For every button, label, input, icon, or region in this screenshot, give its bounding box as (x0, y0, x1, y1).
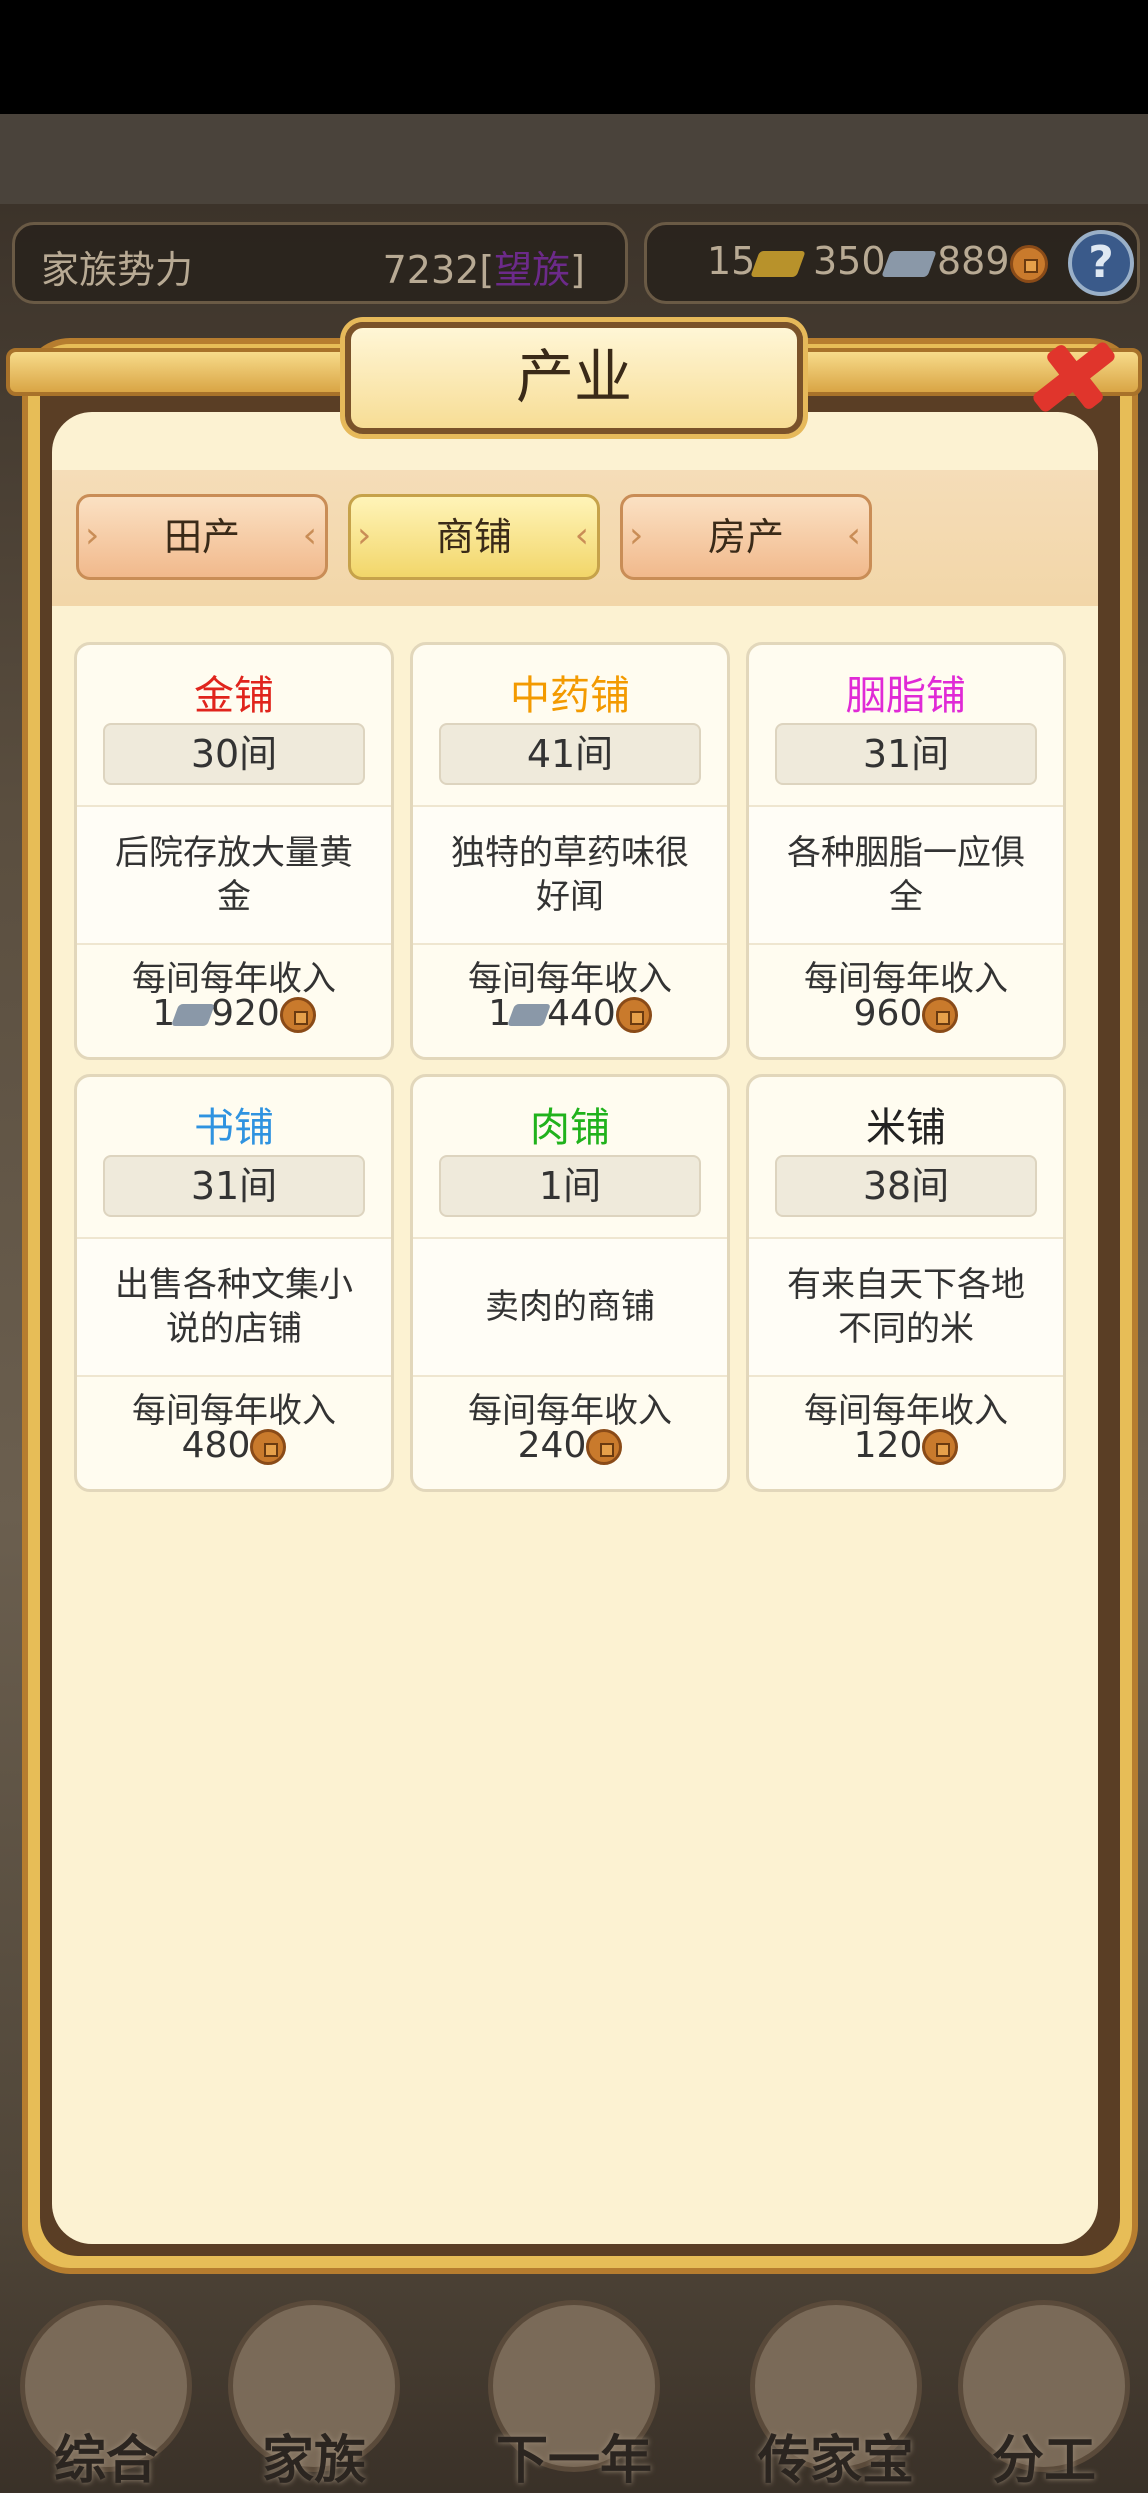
gold-ingot-icon (750, 250, 807, 277)
clan-power-bar[interactable]: 家族势力 7232[望族] (12, 222, 628, 304)
copper-coin-icon (250, 1429, 287, 1465)
silver-resource: 350 (813, 239, 937, 283)
shop-name: 米铺 (866, 1105, 946, 1151)
clan-power-label: 家族势力 (41, 248, 194, 292)
status-bar (0, 0, 1148, 114)
income-amount: 120 (749, 1425, 1063, 1466)
copper-coin-icon (615, 997, 652, 1033)
income-amount: 1 920 (77, 993, 391, 1034)
nav-heirloom[interactable]: 传家宝 (736, 2290, 936, 2491)
close-button[interactable] (1018, 318, 1128, 428)
shop-card-gold[interactable]: 金铺 30间 后院存放大量黄金 每间每年收入 1 920 (74, 642, 394, 1060)
silver-ingot-icon (171, 1004, 216, 1026)
shop-name: 胭脂铺 (846, 673, 966, 719)
shop-card-book[interactable]: 书铺 31间 出售各种文集小说的店铺 每间每年收入 480 (74, 1074, 394, 1492)
nav-overview[interactable]: 综合 (6, 2290, 206, 2491)
clan-rank: 望族 (494, 248, 571, 292)
frame-wing-left (6, 348, 366, 396)
shop-name: 中药铺 (510, 673, 630, 719)
copper-coin-icon (1009, 244, 1048, 283)
tab-shops[interactable]: 商铺 (348, 494, 600, 580)
help-button[interactable]: ? (1068, 230, 1134, 296)
income-amount: 960 (749, 993, 1063, 1034)
silver-ingot-icon (507, 1004, 552, 1026)
shop-count: 30间 (103, 723, 365, 785)
income-amount: 240 (413, 1425, 727, 1466)
shop-count: 38间 (775, 1155, 1037, 1217)
shop-description: 有来自天下各地不同的米 (749, 1237, 1063, 1377)
shop-description: 卖肉的商铺 (413, 1237, 727, 1377)
shop-count: 31间 (103, 1155, 365, 1217)
nav-assignment[interactable]: 分工 (944, 2290, 1144, 2491)
shop-description: 后院存放大量黄金 (77, 805, 391, 945)
shop-count: 1间 (439, 1155, 701, 1217)
resource-bar: 15 350 889 (644, 222, 1140, 304)
shop-card-rouge[interactable]: 胭脂铺 31间 各种胭脂一应俱全 每间每年收入 960 (746, 642, 1066, 1060)
clan-power-value: 7232[望族] (382, 248, 585, 292)
shop-description: 各种胭脂一应俱全 (749, 805, 1063, 945)
coin-resource: 889 (937, 239, 1048, 283)
copper-coin-icon (279, 997, 316, 1033)
shop-description: 独特的草药味很好闻 (413, 805, 727, 945)
modal-title-plate: 产业 (345, 322, 803, 434)
shop-count: 31间 (775, 723, 1037, 785)
shop-count: 41间 (439, 723, 701, 785)
modal-title: 产业 (515, 343, 632, 411)
gold-resource: 15 (707, 239, 807, 283)
copper-coin-icon (922, 1429, 959, 1465)
income-amount: 480 (77, 1425, 391, 1466)
copper-coin-icon (586, 1429, 623, 1465)
shop-name: 肉铺 (530, 1105, 610, 1151)
shop-card-herbal[interactable]: 中药铺 41间 独特的草药味很好闻 每间每年收入 1 440 (410, 642, 730, 1060)
tab-property[interactable]: 房产 (620, 494, 872, 580)
income-amount: 1 440 (413, 993, 727, 1034)
tab-farmland[interactable]: 田产 (76, 494, 328, 580)
shop-card-butcher[interactable]: 肉铺 1间 卖肉的商铺 每间每年收入 240 (410, 1074, 730, 1492)
silver-ingot-icon (880, 250, 937, 277)
shop-name: 书铺 (194, 1105, 274, 1151)
shop-card-rice[interactable]: 米铺 38间 有来自天下各地不同的米 每间每年收入 120 (746, 1074, 1066, 1492)
shop-description: 出售各种文集小说的店铺 (77, 1237, 391, 1377)
nav-next-year[interactable]: 下一年 (474, 2290, 674, 2491)
shop-name: 金铺 (194, 673, 274, 719)
nav-clan[interactable]: 家族 (214, 2290, 414, 2491)
copper-coin-icon (922, 997, 959, 1033)
